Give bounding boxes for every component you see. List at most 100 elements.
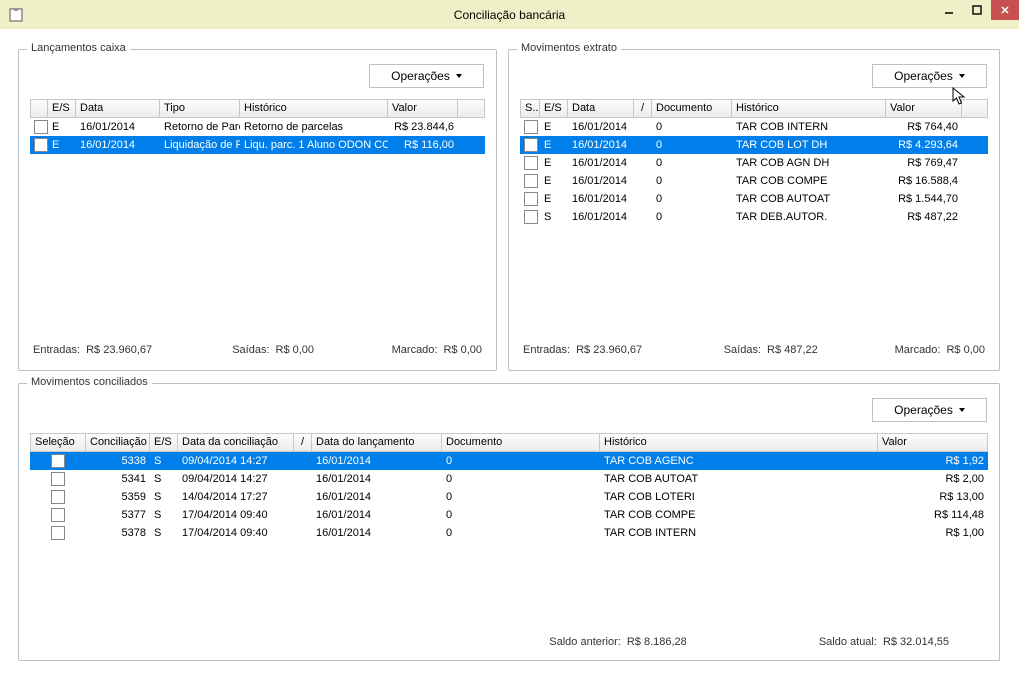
cell-valor: R$ 2,00 <box>878 470 988 488</box>
table-row[interactable]: E16/01/20140TAR COB COMPER$ 16.588,4 <box>520 172 988 190</box>
checkbox-icon[interactable] <box>51 472 65 486</box>
caixa-col-tipo[interactable]: Tipo <box>160 99 240 118</box>
cell-es: S <box>150 524 178 542</box>
cell-sort <box>294 470 312 488</box>
operacoes-label: Operações <box>391 69 450 83</box>
cell-datalanc: 16/01/2014 <box>312 506 442 524</box>
extrato-header: S.. E/S Data / Documento Histórico Valor <box>520 99 988 118</box>
extrato-col-s[interactable]: S.. <box>520 99 540 118</box>
cell-hist: TAR COB AUTOAT <box>600 470 878 488</box>
cell-doc: 0 <box>652 208 732 226</box>
extrato-col-es[interactable]: E/S <box>540 99 568 118</box>
checkbox-icon[interactable] <box>51 490 65 504</box>
checkbox-icon[interactable] <box>524 192 538 206</box>
cell-datalanc: 16/01/2014 <box>312 452 442 470</box>
caixa-header: E/S Data Tipo Histórico Valor <box>30 99 485 118</box>
extrato-col-spare[interactable] <box>962 99 988 118</box>
minimize-button[interactable] <box>935 0 963 20</box>
conc-col-datalanc[interactable]: Data do lançamento <box>312 433 442 452</box>
cell-es: E <box>540 136 568 154</box>
table-row[interactable]: 5338S09/04/2014 14:2716/01/20140TAR COB … <box>30 452 988 470</box>
extrato-col-hist[interactable]: Histórico <box>732 99 886 118</box>
extrato-col-data[interactable]: Data <box>568 99 634 118</box>
cell-conc: 5377 <box>86 506 150 524</box>
conc-col-hist[interactable]: Histórico <box>600 433 878 452</box>
caixa-col-spare[interactable] <box>458 99 485 118</box>
caixa-saidas-value: R$ 0,00 <box>276 344 336 356</box>
cell-datalanc: 16/01/2014 <box>312 470 442 488</box>
cell-dataconc: 17/04/2014 09:40 <box>178 524 294 542</box>
table-row[interactable]: E16/01/20140TAR COB AUTOATR$ 1.544,70 <box>520 190 988 208</box>
caixa-operacoes-button[interactable]: Operações <box>369 64 484 88</box>
cell-conc: 5338 <box>86 452 150 470</box>
conc-col-es[interactable]: E/S <box>150 433 178 452</box>
cell-sort <box>634 190 652 208</box>
caixa-col-es[interactable]: E/S <box>48 99 76 118</box>
checkbox-icon[interactable] <box>524 156 538 170</box>
conc-col-valor[interactable]: Valor <box>878 433 988 452</box>
conc-col-dataconc[interactable]: Data da conciliação <box>178 433 294 452</box>
cell-valor: R$ 4.293,64 <box>886 136 962 154</box>
caixa-entradas-label: Entradas: <box>33 344 80 356</box>
cell-hist: TAR COB INTERN <box>732 118 886 136</box>
table-row[interactable]: E16/01/2014Retorno de ParcRetorno de par… <box>30 118 485 136</box>
chevron-down-icon <box>959 74 965 78</box>
caixa-col-valor[interactable]: Valor <box>388 99 458 118</box>
extrato-entradas-value: R$ 23.960,67 <box>576 344 666 356</box>
cell-valor: R$ 764,40 <box>886 118 962 136</box>
checkbox-icon[interactable] <box>524 174 538 188</box>
table-row[interactable]: E16/01/20140TAR COB AGN DHR$ 769,47 <box>520 154 988 172</box>
table-row[interactable]: S16/01/20140TAR DEB.AUTOR.R$ 487,22 <box>520 208 988 226</box>
cell-es: S <box>150 470 178 488</box>
caixa-col-hist[interactable]: Histórico <box>240 99 388 118</box>
conciliados-operacoes-button[interactable]: Operações <box>872 398 987 422</box>
table-row[interactable]: 5378S17/04/2014 09:4016/01/20140TAR COB … <box>30 524 988 542</box>
maximize-button[interactable] <box>963 0 991 20</box>
caixa-col-data[interactable]: Data <box>76 99 160 118</box>
window-controls <box>935 0 1019 20</box>
table-row[interactable]: E16/01/20140TAR COB LOT DHR$ 4.293,64 <box>520 136 988 154</box>
checkbox-icon[interactable] <box>524 120 538 134</box>
conc-col-doc[interactable]: Documento <box>442 433 600 452</box>
cell-conc: 5341 <box>86 470 150 488</box>
table-row[interactable]: 5377S17/04/2014 09:4016/01/20140TAR COB … <box>30 506 988 524</box>
checkbox-icon[interactable] <box>34 138 48 152</box>
table-row[interactable]: 5359S14/04/2014 17:2716/01/20140TAR COB … <box>30 488 988 506</box>
extrato-col-sort[interactable]: / <box>634 99 652 118</box>
checkbox-icon[interactable] <box>524 210 538 224</box>
cell-valor: R$ 1,00 <box>878 524 988 542</box>
saldo-anterior-label: Saldo anterior: <box>549 636 621 648</box>
cell-dataconc: 09/04/2014 14:27 <box>178 452 294 470</box>
table-row[interactable]: E16/01/2014Liquidação de PLiqu. parc. 1 … <box>30 136 485 154</box>
cell-doc: 0 <box>442 470 600 488</box>
cell-valor: R$ 23.844,6 <box>388 118 458 136</box>
close-button[interactable] <box>991 0 1019 20</box>
table-row[interactable]: E16/01/20140TAR COB INTERNR$ 764,40 <box>520 118 988 136</box>
conc-col-conc[interactable]: Conciliação <box>86 433 150 452</box>
cell-doc: 0 <box>442 524 600 542</box>
cell-conc: 5378 <box>86 524 150 542</box>
conc-col-sel[interactable]: Seleção <box>30 433 86 452</box>
table-row[interactable]: 5341S09/04/2014 14:2716/01/20140TAR COB … <box>30 470 988 488</box>
cell-dataconc: 14/04/2014 17:27 <box>178 488 294 506</box>
extrato-legend: Movimentos extrato <box>517 42 621 54</box>
checkbox-icon[interactable] <box>524 138 538 152</box>
checkbox-icon[interactable] <box>51 526 65 540</box>
checkbox-icon[interactable] <box>51 508 65 522</box>
cell-hist: TAR COB COMPE <box>600 506 878 524</box>
checkbox-icon[interactable] <box>51 454 65 468</box>
cell-data: 16/01/2014 <box>568 154 634 172</box>
extrato-col-valor[interactable]: Valor <box>886 99 962 118</box>
caixa-col-check[interactable] <box>30 99 48 118</box>
cell-hist: Retorno de parcelas <box>240 118 388 136</box>
cell-hist: TAR COB AGENC <box>600 452 878 470</box>
caixa-marcado-label: Marcado: <box>392 344 438 356</box>
extrato-marcado-label: Marcado: <box>895 344 941 356</box>
conc-col-sort[interactable]: / <box>294 433 312 452</box>
extrato-col-doc[interactable]: Documento <box>652 99 732 118</box>
cell-hist: TAR COB COMPE <box>732 172 886 190</box>
cell-hist: TAR COB INTERN <box>600 524 878 542</box>
extrato-operacoes-button[interactable]: Operações <box>872 64 987 88</box>
cell-doc: 0 <box>652 172 732 190</box>
checkbox-icon[interactable] <box>34 120 48 134</box>
